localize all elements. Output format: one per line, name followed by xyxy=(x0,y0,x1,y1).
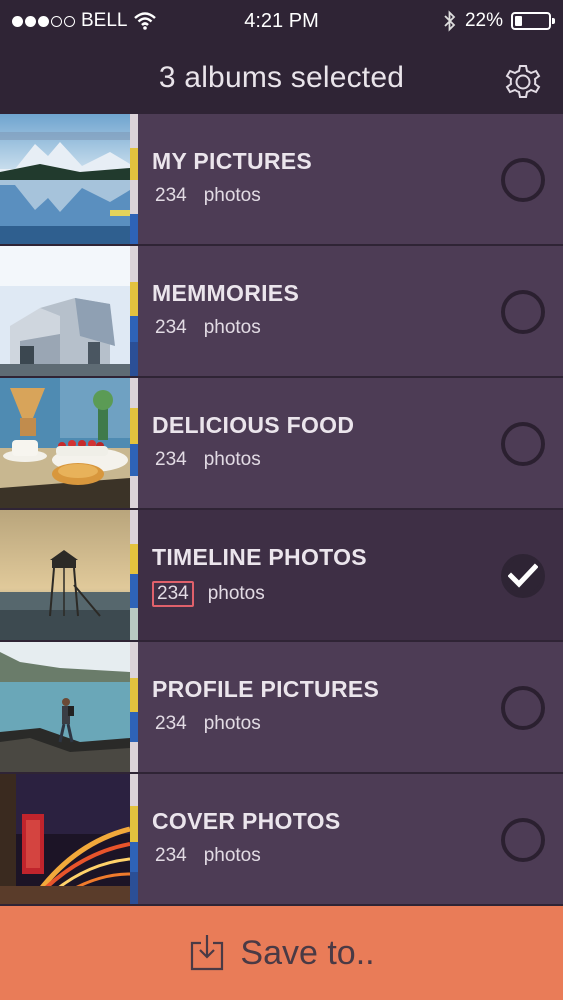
album-info: MY PICTURES 234 photos xyxy=(138,114,563,244)
color-stripe xyxy=(130,774,138,904)
album-thumbnail xyxy=(0,246,130,376)
album-count-line: 234 photos xyxy=(152,581,563,613)
carrier-label: BELL xyxy=(81,10,128,31)
status-bar: BELL 4:21 PM 22% xyxy=(0,0,563,42)
photo-unit: photos xyxy=(203,845,261,866)
photo-count: 234 xyxy=(155,449,187,470)
album-row-my-pictures[interactable]: MY PICTURES 234 photos xyxy=(0,114,563,246)
photo-unit: photos xyxy=(203,317,261,338)
album-thumbnail xyxy=(0,510,130,640)
photo-unit: photos xyxy=(203,449,261,470)
select-toggle[interactable] xyxy=(501,818,545,862)
album-row-timeline-photos[interactable]: TIMELINE PHOTOS 234 photos xyxy=(0,510,563,642)
photo-count: 234 xyxy=(155,845,187,866)
photo-count: 234 xyxy=(155,317,187,338)
album-thumbnail xyxy=(0,642,130,772)
bluetooth-icon xyxy=(444,10,456,32)
album-row-profile-pictures[interactable]: PROFILE PICTURES 234 photos xyxy=(0,642,563,774)
settings-button[interactable] xyxy=(501,60,545,104)
album-info: MEMMORIES 234 photos xyxy=(138,246,563,376)
download-tray-icon xyxy=(191,935,224,971)
album-row-delicious-food[interactable]: DELICIOUS FOOD 234 photos xyxy=(0,378,563,510)
color-stripe xyxy=(130,642,138,772)
album-info: DELICIOUS FOOD 234 photos xyxy=(138,378,563,508)
gear-icon xyxy=(505,65,541,98)
select-toggle[interactable] xyxy=(501,554,545,598)
album-thumbnail xyxy=(0,378,130,508)
photo-count-value: 234 xyxy=(157,583,189,604)
album-thumbnail xyxy=(0,774,130,904)
album-title: TIMELINE PHOTOS xyxy=(152,544,367,570)
album-count-line: 234 photos xyxy=(152,317,563,339)
status-right: 22% xyxy=(443,10,555,32)
select-toggle[interactable] xyxy=(501,158,545,202)
album-list: MY PICTURES 234 photos MEMMORIES 234 pho… xyxy=(0,114,563,906)
photo-unit: photos xyxy=(207,583,265,604)
photo-unit: photos xyxy=(203,185,261,206)
album-thumbnail xyxy=(0,114,130,244)
checkmark-icon xyxy=(508,563,538,588)
photo-count: 234 xyxy=(155,185,187,206)
battery-percent: 22% xyxy=(464,10,503,31)
save-label: Save to.. xyxy=(240,933,375,972)
album-title: COVER PHOTOS xyxy=(152,808,341,834)
album-count-line: 234 photos xyxy=(152,185,563,207)
color-stripe xyxy=(130,510,138,640)
signal-strength-icon xyxy=(12,15,75,27)
save-to-button[interactable]: Save to.. xyxy=(0,906,563,1000)
select-toggle[interactable] xyxy=(501,290,545,334)
album-title: PROFILE PICTURES xyxy=(152,676,380,702)
photo-count: 234 xyxy=(152,581,200,613)
status-left: BELL xyxy=(12,10,157,32)
select-toggle[interactable] xyxy=(501,422,545,466)
color-stripe xyxy=(130,378,138,508)
photo-unit: photos xyxy=(203,713,261,734)
color-stripe xyxy=(130,114,138,244)
album-count-line: 234 photos xyxy=(152,845,563,867)
album-title: MEMMORIES xyxy=(152,280,300,306)
album-title: DELICIOUS FOOD xyxy=(152,412,355,438)
battery-icon xyxy=(511,12,555,30)
album-row-memmories[interactable]: MEMMORIES 234 photos xyxy=(0,246,563,378)
album-info: COVER PHOTOS 234 photos xyxy=(138,774,563,904)
battery-level xyxy=(515,16,522,26)
select-toggle[interactable] xyxy=(501,686,545,730)
album-row-cover-photos[interactable]: COVER PHOTOS 234 photos xyxy=(0,774,563,906)
album-count-line: 234 photos xyxy=(152,449,563,471)
page-title: 3 albums selected xyxy=(158,61,405,94)
album-title: MY PICTURES xyxy=(152,148,313,174)
color-stripe xyxy=(130,246,138,376)
nav-header: 3 albums selected xyxy=(0,42,563,114)
album-info: PROFILE PICTURES 234 photos xyxy=(138,642,563,772)
album-info: TIMELINE PHOTOS 234 photos xyxy=(138,510,563,640)
album-count-line: 234 photos xyxy=(152,713,563,735)
wifi-icon xyxy=(134,12,157,30)
photo-count: 234 xyxy=(155,713,187,734)
